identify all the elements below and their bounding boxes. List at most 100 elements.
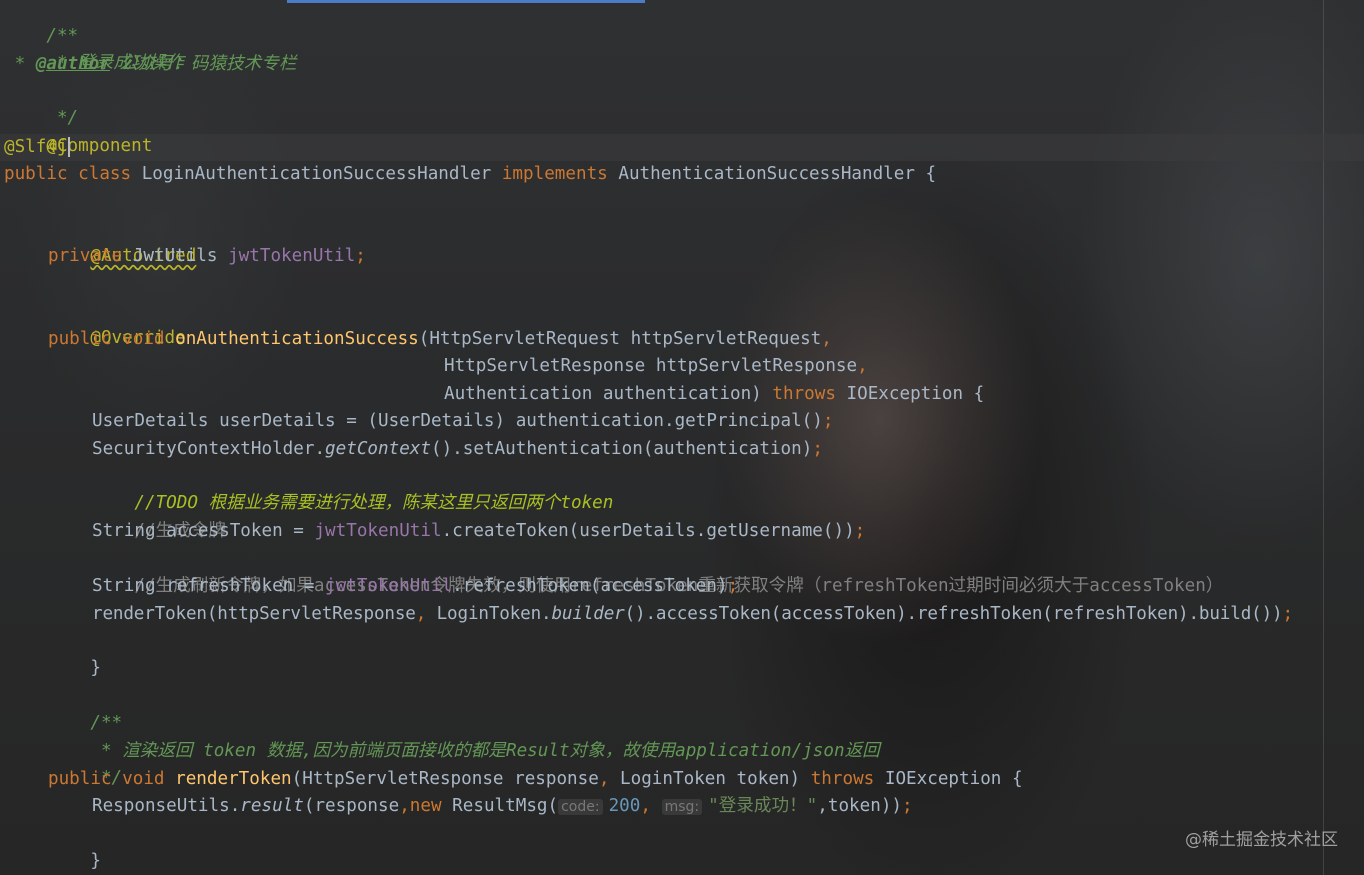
code-line-13[interactable]: public void onAuthenticationSuccess(Http… xyxy=(48,326,832,353)
closing-brace: } xyxy=(90,851,101,871)
call-create-token[interactable]: .createToken(userDetails.getUsername()) xyxy=(442,521,855,541)
code-line-1[interactable]: /** xyxy=(4,0,78,46)
code-editor[interactable]: /** * 登录成功操作 * @author 公众号：码猿技术专栏 */ @Co… xyxy=(0,0,1364,875)
builder-chain[interactable]: ().accessToken(accessToken).refreshToken… xyxy=(625,604,1283,624)
keyword-throws: throws xyxy=(810,769,875,789)
static-method-get-context[interactable]: getContext xyxy=(325,439,431,459)
code-line-17[interactable]: SecurityContextHolder.getContext().setAu… xyxy=(92,436,823,463)
keyword-private: private xyxy=(48,246,123,266)
semicolon: ; xyxy=(355,246,366,266)
declaration-refresh-token[interactable]: String refreshToken = xyxy=(92,576,325,596)
interface-name[interactable]: AuthenticationSuccessHandler { xyxy=(608,164,936,184)
keyword-public-void: public void xyxy=(48,329,165,349)
semicolon: ; xyxy=(1282,604,1293,624)
closing-brace: } xyxy=(90,658,101,678)
call-refresh-token[interactable]: .refreshToken(accessToken) xyxy=(452,576,727,596)
code-line-9[interactable]: @Autowired xyxy=(48,216,196,266)
method-render-token[interactable]: renderToken xyxy=(175,769,292,789)
field-jwt-token-util[interactable]: jwtTokenUtil xyxy=(325,576,452,596)
code-line-19[interactable]: //生成令牌 xyxy=(92,491,226,541)
horizontal-scroll-thumb[interactable] xyxy=(287,0,645,3)
semicolon: ; xyxy=(822,411,834,431)
comma: , xyxy=(598,769,610,789)
code-line-21[interactable]: //生成刷新令牌，如果accessToken令牌失效，则使用refreshTok… xyxy=(92,546,1223,596)
keyword-new: new xyxy=(409,796,442,816)
class-security-context-holder[interactable]: SecurityContextHolder. xyxy=(92,439,325,459)
code-line-4[interactable]: */ xyxy=(4,78,78,128)
static-method-result[interactable]: result xyxy=(240,796,304,816)
code-line-6[interactable]: @Slf4j xyxy=(4,134,70,161)
comma: , xyxy=(415,604,427,624)
semicolon: ; xyxy=(854,521,866,541)
code-line-3[interactable]: * @author 公众号：码猿技术专栏 xyxy=(4,51,297,78)
keyword-throws: throws xyxy=(772,384,836,404)
code-line-14[interactable]: HttpServletResponse httpServletResponse, xyxy=(444,353,868,380)
code-line-16[interactable]: UserDetails userDetails = (UserDetails) … xyxy=(92,408,833,435)
text-caret xyxy=(67,137,70,157)
exception-type[interactable]: IOException { xyxy=(836,384,985,404)
keyword-implements: implements xyxy=(501,164,608,184)
javadoc-text: * 渲染返回 token 数据,因为前端页面接收的都是Result对象，故使用a… xyxy=(90,741,880,761)
code-line-30[interactable]: ResponseUtils.result(response,new Result… xyxy=(92,793,913,820)
call-set-authentication[interactable]: ().setAuthentication(authentication) xyxy=(431,439,812,459)
code-line-27[interactable]: * 渲染返回 token 数据,因为前端页面接收的都是Result对象，故使用a… xyxy=(48,711,880,761)
class-response-utils[interactable]: ResponseUtils. xyxy=(92,796,240,816)
code-line-24[interactable]: } xyxy=(48,628,101,678)
call-render-token[interactable]: renderToken(httpServletResponse xyxy=(92,604,416,624)
javadoc-star: * xyxy=(4,54,36,74)
javadoc-author-text: 公众号：码猿技术专栏 xyxy=(109,54,297,74)
code-line-20[interactable]: String accessToken = jwtTokenUtil.create… xyxy=(92,518,865,545)
number-literal[interactable]: 200 xyxy=(609,796,641,816)
code-line-26[interactable]: /** xyxy=(48,683,122,733)
code-line-22[interactable]: String refreshToken = jwtTokenUtil.refre… xyxy=(92,573,738,600)
watermark: @稀土掘金技术社区 xyxy=(1185,830,1338,850)
javadoc-author-tag[interactable]: @author xyxy=(36,54,110,74)
code-line-12[interactable]: @Override xyxy=(48,298,185,348)
param-response[interactable]: HttpServletResponse httpServletResponse xyxy=(444,356,857,376)
class-result-msg[interactable]: ResultMsg( xyxy=(442,796,558,816)
keyword-public-class: public class xyxy=(4,164,132,184)
param-request[interactable]: (HttpServletRequest httpServletRequest xyxy=(419,329,822,349)
arg-token[interactable]: ,token)) xyxy=(817,796,902,816)
exception-type[interactable]: IOException { xyxy=(874,769,1023,789)
field-jwt-token-util[interactable]: jwtTokenUtil xyxy=(228,246,355,266)
right-margin-guide xyxy=(1323,0,1324,875)
field-jwt-token-util[interactable]: jwtTokenUtil xyxy=(314,521,441,541)
class-name[interactable]: LoginAuthenticationSuccessHandler xyxy=(131,164,502,184)
code-line-15[interactable]: Authentication authentication) throws IO… xyxy=(444,381,984,408)
arg-response[interactable]: (response xyxy=(304,796,399,816)
method-on-authentication-success[interactable]: onAuthenticationSuccess xyxy=(175,329,419,349)
code-line-29[interactable]: public void renderToken(HttpServletRespo… xyxy=(48,766,1023,793)
param-hint-msg: msg: xyxy=(661,799,703,815)
annotation-slf4j[interactable]: @Slf4j xyxy=(4,137,68,157)
code-line-23[interactable]: renderToken(httpServletResponse, LoginTo… xyxy=(92,601,1293,628)
param-hint-code: code: xyxy=(558,799,603,815)
declaration-access-token[interactable]: String accessToken = xyxy=(92,521,314,541)
semicolon: ; xyxy=(902,796,913,816)
type-jwtutils[interactable]: JwtUtils xyxy=(122,246,228,266)
semicolon: ; xyxy=(812,439,823,459)
string-literal[interactable]: "登录成功！" xyxy=(708,796,817,816)
param-token[interactable]: LoginToken token) xyxy=(609,769,810,789)
semicolon: ; xyxy=(727,576,739,596)
param-authentication[interactable]: Authentication authentication) xyxy=(444,384,772,404)
code-line-18[interactable]: //TODO 根据业务需要进行处理，陈某这里只返回两个token xyxy=(92,463,613,513)
code-line-32[interactable]: } xyxy=(4,848,57,875)
class-login-token[interactable]: LoginToken. xyxy=(426,604,552,624)
comma: , xyxy=(857,356,868,376)
comma: , xyxy=(640,796,662,816)
comma: , xyxy=(821,329,832,349)
statement-user-details[interactable]: UserDetails userDetails = (UserDetails) … xyxy=(92,411,823,431)
code-line-28[interactable]: */ xyxy=(48,738,122,788)
code-line-5[interactable]: @Component xyxy=(4,106,152,156)
code-line-7[interactable]: public class LoginAuthenticationSuccessH… xyxy=(4,161,936,188)
code-line-10[interactable]: private JwtUtils jwtTokenUtil; xyxy=(48,243,366,270)
code-line-2[interactable]: * 登录成功操作 xyxy=(4,23,184,73)
param-response[interactable]: (HttpServletResponse response xyxy=(292,769,599,789)
static-method-builder[interactable]: builder xyxy=(551,604,624,624)
comma: , xyxy=(399,796,410,816)
code-line-31[interactable]: } xyxy=(48,821,101,871)
current-line-highlight xyxy=(0,134,1364,161)
